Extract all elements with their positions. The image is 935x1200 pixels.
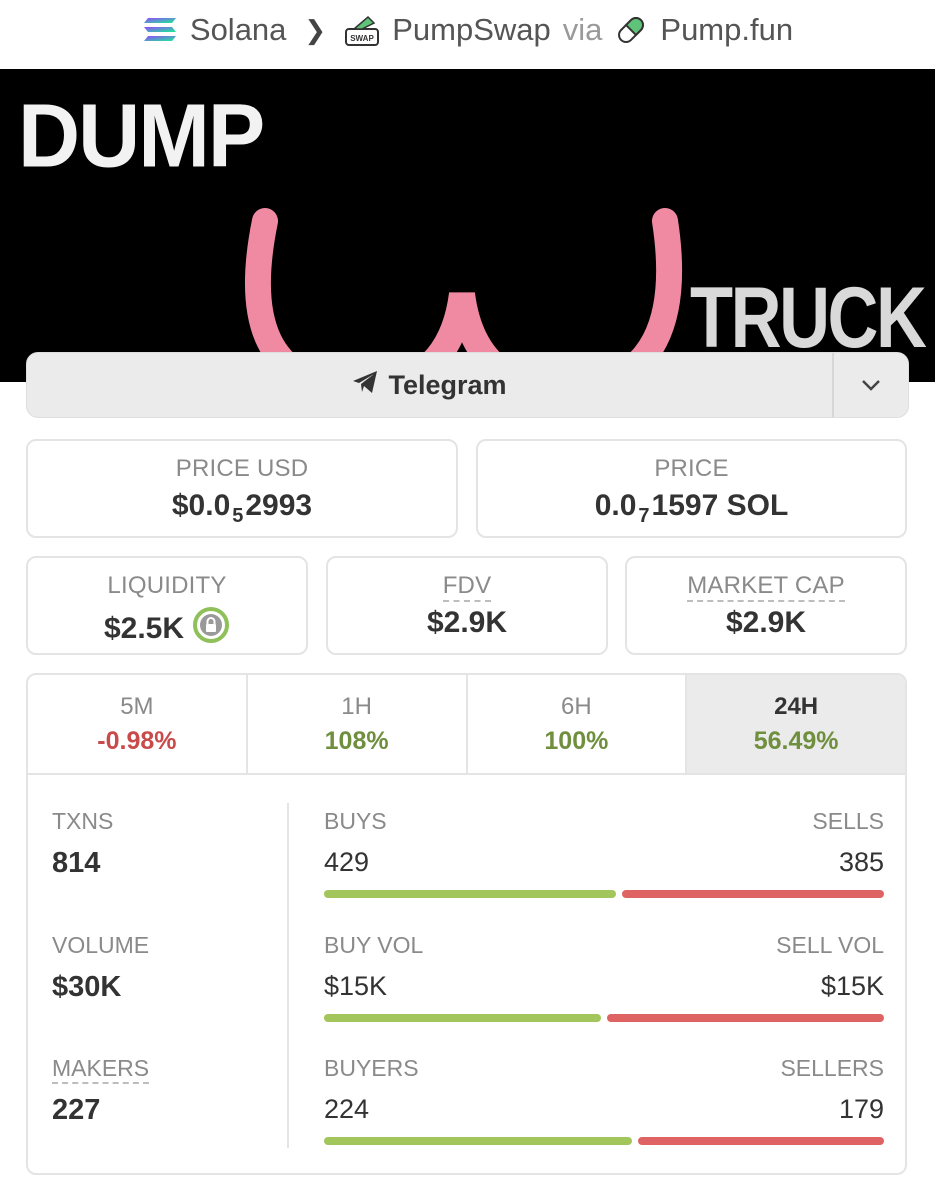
pill-icon	[614, 13, 648, 47]
sell-bar	[607, 1014, 884, 1022]
makers-ratio-bar	[324, 1137, 884, 1145]
buy-bar	[324, 1014, 601, 1022]
sell-vol-label: SELL VOL	[776, 932, 884, 958]
lock-icon[interactable]	[192, 606, 230, 652]
txns-value: 814	[52, 847, 101, 879]
telegram-button[interactable]: Telegram	[27, 353, 832, 417]
tab-6h[interactable]: 6H 100%	[468, 675, 688, 773]
price-sol-zero-count: 7	[638, 504, 650, 527]
buy-vol-value: $15K	[324, 971, 388, 1001]
liquidity-label: LIQUIDITY	[107, 572, 227, 599]
tab-5m[interactable]: 5M -0.98%	[28, 675, 248, 773]
txns-ratio-bar	[324, 890, 884, 898]
volume-stat: VOLUME $30K	[52, 932, 149, 1004]
tab-change: 56.49%	[753, 727, 839, 755]
timeframe-tabs: 5M -0.98% 1H 108% 6H 100% 24H 56.49%	[28, 675, 905, 775]
solana-icon	[142, 16, 178, 44]
sell-bar	[621, 890, 884, 898]
tab-change: 100%	[544, 727, 609, 755]
volume-label: VOLUME	[52, 932, 150, 958]
buyers-value: 224	[324, 1094, 370, 1124]
telegram-icon	[352, 370, 378, 401]
stats-panel: 5M -0.98% 1H 108% 6H 100% 24H 56.49% TXN…	[26, 673, 907, 1175]
breadcrumb-chain[interactable]: Solana	[190, 12, 287, 48]
txns-label: TXNS	[52, 808, 114, 834]
breadcrumb-via: via	[562, 12, 603, 47]
market-cap-value: $2.9K	[725, 606, 807, 639]
volume-split: BUY VOL SELL VOL $15K $15K	[324, 932, 884, 1022]
stats-divider	[287, 803, 289, 1148]
links-dropdown-button[interactable]	[832, 353, 908, 417]
sellers-label: SELLERS	[780, 1055, 884, 1081]
chevron-right-icon: ❯	[304, 14, 327, 45]
market-cap-card: MARKET CAP $2.9K	[625, 556, 907, 655]
liquidity-value: $2.5K	[103, 612, 185, 645]
fdv-card: FDV $2.9K	[326, 556, 608, 655]
price-usd-prefix: $0.0	[171, 489, 231, 522]
tab-label: 5M	[120, 693, 154, 720]
price-usd-value: $0.0 5 2993	[28, 489, 456, 527]
buys-label: BUYS	[324, 808, 387, 834]
price-sol-label: PRICE	[654, 455, 729, 482]
sell-bar	[638, 1137, 884, 1145]
fdv-label[interactable]: FDV	[442, 572, 492, 602]
tab-label: 6H	[561, 693, 592, 720]
buy-vol-label: BUY VOL	[324, 932, 424, 958]
price-usd-label: PRICE USD	[175, 455, 309, 482]
breadcrumb-source[interactable]: Pump.fun	[660, 12, 793, 48]
volume-value: $30K	[52, 971, 122, 1003]
breadcrumb-dex[interactable]: PumpSwap	[392, 12, 551, 48]
buy-bar	[324, 1137, 633, 1145]
price-usd-digits: 2993	[245, 489, 313, 522]
token-banner: DUMP TRUCK	[0, 69, 935, 382]
sell-vol-value: $15K	[820, 971, 884, 1001]
svg-text:SWAP: SWAP	[350, 34, 374, 43]
buy-bar	[324, 890, 616, 898]
tab-label: 24H	[774, 693, 819, 720]
txns-split: BUYS SELLS 429 385	[324, 808, 884, 898]
telegram-label: Telegram	[388, 369, 507, 400]
sellers-value: 179	[838, 1094, 884, 1124]
price-sol-value: 0.0 7 1597 SOL	[478, 489, 905, 527]
liquidity-value-row: $2.5K	[28, 606, 306, 652]
breadcrumb: Solana ❯ SWAP PumpSwap via Pump.fun	[0, 0, 935, 60]
buys-value: 429	[324, 847, 370, 877]
makers-stat: MAKERS 227	[52, 1055, 150, 1127]
price-sol-prefix: 0.0	[594, 489, 637, 522]
makers-split: BUYERS SELLERS 224 179	[324, 1055, 884, 1145]
pumpswap-icon: SWAP	[344, 13, 380, 47]
volume-ratio-bar	[324, 1014, 884, 1022]
tab-change: 108%	[324, 727, 389, 755]
price-sol-card: PRICE 0.0 7 1597 SOL	[476, 439, 907, 538]
makers-value: 227	[52, 1094, 101, 1126]
tab-change: -0.98%	[97, 727, 177, 755]
price-usd-card: PRICE USD $0.0 5 2993	[26, 439, 458, 538]
banner-text-top: DUMP	[18, 85, 265, 187]
tab-label: 1H	[341, 693, 372, 720]
sells-value: 385	[838, 847, 884, 877]
fdv-value: $2.9K	[426, 606, 508, 639]
makers-label[interactable]: MAKERS	[52, 1055, 150, 1084]
price-sol-digits: 1597 SOL	[651, 489, 789, 522]
price-usd-zero-count: 5	[232, 504, 244, 527]
liquidity-card: LIQUIDITY $2.5K	[26, 556, 308, 655]
market-cap-label[interactable]: MARKET CAP	[687, 572, 845, 602]
tab-1h[interactable]: 1H 108%	[248, 675, 468, 773]
txns-stat: TXNS 814	[52, 808, 113, 880]
tab-24h[interactable]: 24H 56.49%	[687, 675, 905, 773]
telegram-bar: Telegram	[26, 352, 909, 418]
buyers-label: BUYERS	[324, 1055, 419, 1081]
sells-label: SELLS	[812, 808, 884, 834]
chevron-down-icon	[862, 380, 880, 391]
